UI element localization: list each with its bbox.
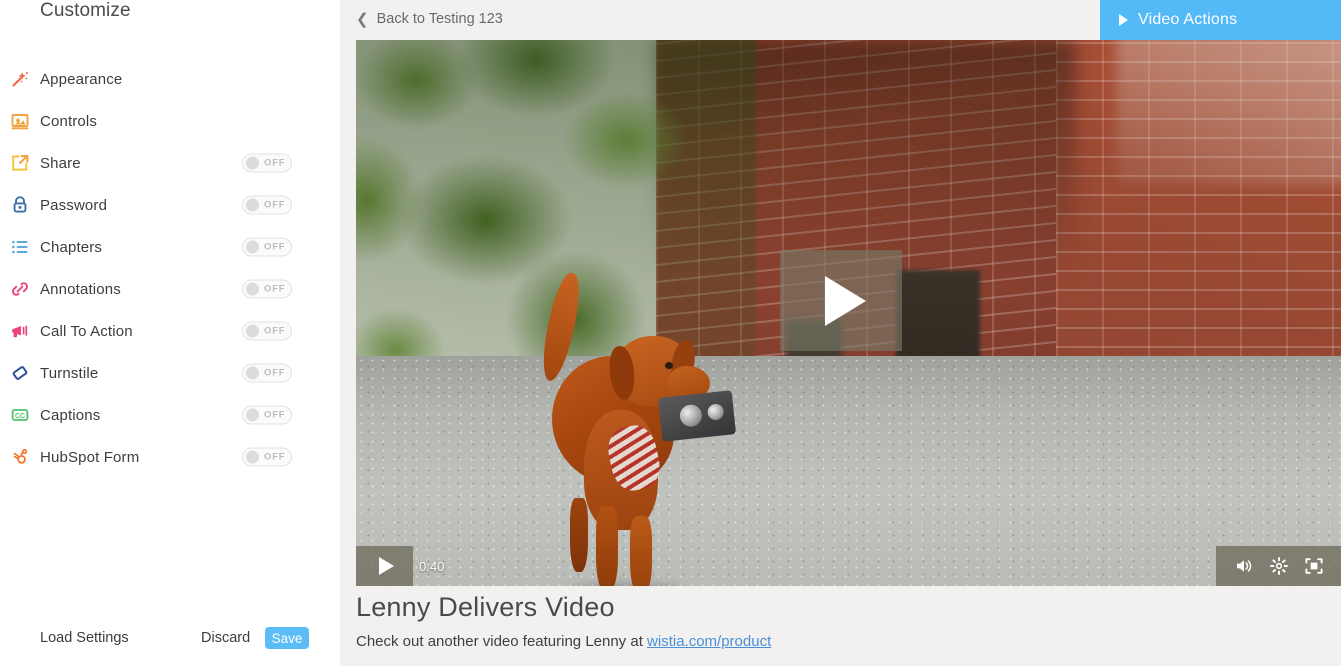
gear-icon[interactable] xyxy=(1269,556,1289,576)
sidebar-item-call-to-action[interactable]: Call To Action OFF xyxy=(0,310,340,352)
toggle-knob xyxy=(246,198,259,212)
app-root: Customize Appearance Controls Share OFF … xyxy=(0,0,1341,666)
sidebar-item-share[interactable]: Share OFF xyxy=(0,142,340,184)
video-meta: Lenny Delivers Video Check out another v… xyxy=(356,592,1316,650)
back-link-label: Back to Testing 123 xyxy=(376,11,503,27)
sidebar-item-label: Password xyxy=(40,196,108,214)
scene-dog xyxy=(526,270,756,586)
sidebar-item-controls[interactable]: Controls xyxy=(0,100,340,142)
call-to-action-toggle[interactable]: OFF xyxy=(242,321,292,341)
time-display: 0:40 xyxy=(419,559,445,574)
sidebar-item-label: Controls xyxy=(40,112,98,130)
sidebar-item-appearance[interactable]: Appearance xyxy=(0,58,340,100)
top-bar: ❮ Back to Testing 123 Video Actions xyxy=(340,0,1341,40)
player-controls-right xyxy=(1216,546,1341,586)
chapters-toggle[interactable]: OFF xyxy=(242,237,292,257)
volume-icon[interactable] xyxy=(1234,556,1254,576)
sidebar-item-hubspot-form[interactable]: HubSpot Form OFF xyxy=(0,436,340,478)
toggle-knob xyxy=(246,366,259,380)
sidebar-item-label: Share xyxy=(40,154,81,172)
sidebar-item-turnstile[interactable]: Turnstile OFF xyxy=(0,352,340,394)
sidebar-item-label: Annotations xyxy=(40,280,121,298)
caret-right-icon xyxy=(1119,14,1128,26)
player-controls-bar: 0:40 xyxy=(356,546,1341,586)
megaphone-icon xyxy=(8,319,32,343)
toggle-state-label: OFF xyxy=(264,283,286,295)
customize-sidebar: Customize Appearance Controls Share OFF … xyxy=(0,0,340,666)
back-link[interactable]: ❮ Back to Testing 123 xyxy=(356,11,503,27)
dog-eye xyxy=(665,362,673,369)
share-toggle[interactable]: OFF xyxy=(242,153,292,173)
share-icon xyxy=(8,151,32,175)
toggle-state-label: OFF xyxy=(264,325,286,337)
video-player[interactable]: 0:40 xyxy=(356,40,1341,586)
toggle-state-label: OFF xyxy=(264,241,286,253)
play-icon xyxy=(378,557,394,575)
sidebar-item-label: Appearance xyxy=(40,70,123,88)
toggle-knob xyxy=(246,282,259,296)
sidebar-item-label: Call To Action xyxy=(40,322,133,340)
sidebar-item-annotations[interactable]: Annotations OFF xyxy=(0,268,340,310)
ticket-icon xyxy=(8,361,32,385)
video-description: Check out another video featuring Lenny … xyxy=(356,633,1316,650)
closed-captions-icon: CC xyxy=(8,403,32,427)
page-title: Customize xyxy=(40,0,131,21)
video-actions-label: Video Actions xyxy=(1138,11,1238,28)
toggle-knob xyxy=(246,324,259,338)
chevron-left-icon: ❮ xyxy=(356,10,369,28)
sidebar-item-password[interactable]: Password OFF xyxy=(0,184,340,226)
play-icon xyxy=(824,275,866,326)
scene-wall-highlight xyxy=(1116,40,1341,185)
hubspot-icon xyxy=(8,445,32,469)
main-content: ❮ Back to Testing 123 Video Actions 0:40… xyxy=(340,0,1341,666)
camera-lens xyxy=(678,403,704,428)
camera-lens-secondary xyxy=(706,403,725,421)
lock-icon xyxy=(8,193,32,217)
hubspot-form-toggle[interactable]: OFF xyxy=(242,447,292,467)
captions-toggle[interactable]: OFF xyxy=(242,405,292,425)
sidebar-item-label: Turnstile xyxy=(40,364,99,382)
play-pause-button[interactable] xyxy=(356,546,413,586)
sidebar-item-label: Chapters xyxy=(40,238,103,256)
toggle-state-label: OFF xyxy=(264,199,286,211)
password-toggle[interactable]: OFF xyxy=(242,195,292,215)
sidebar-nav-list: Appearance Controls Share OFF Password O… xyxy=(0,58,340,478)
toggle-state-label: OFF xyxy=(264,367,286,379)
toggle-state-label: OFF xyxy=(264,409,286,421)
sidebar-item-label: HubSpot Form xyxy=(40,448,140,466)
magic-wand-icon xyxy=(8,67,32,91)
annotations-toggle[interactable]: OFF xyxy=(242,279,292,299)
turnstile-toggle[interactable]: OFF xyxy=(242,363,292,383)
sidebar-footer: Load Settings Discard Save xyxy=(0,610,340,666)
svg-text:CC: CC xyxy=(15,413,25,420)
sidebar-item-chapters[interactable]: Chapters OFF xyxy=(0,226,340,268)
toggle-knob xyxy=(246,240,259,254)
big-play-button[interactable] xyxy=(780,250,902,351)
sidebar-item-captions[interactable]: CC Captions OFF xyxy=(0,394,340,436)
toggle-state-label: OFF xyxy=(264,157,286,169)
save-button[interactable]: Save xyxy=(265,627,309,649)
list-icon xyxy=(8,235,32,259)
load-settings-button[interactable]: Load Settings xyxy=(40,630,129,646)
video-description-link[interactable]: wistia.com/product xyxy=(647,633,771,650)
discard-button[interactable]: Discard xyxy=(201,630,250,646)
link-icon xyxy=(8,277,32,301)
toggle-knob xyxy=(246,408,259,422)
camera-prop xyxy=(657,390,737,442)
toggle-knob xyxy=(246,450,259,464)
player-controls-icon xyxy=(8,109,32,133)
video-description-text: Check out another video featuring Lenny … xyxy=(356,633,648,650)
video-title: Lenny Delivers Video xyxy=(356,592,615,622)
video-actions-tab[interactable]: Video Actions xyxy=(1100,0,1341,40)
fullscreen-icon[interactable] xyxy=(1304,556,1324,576)
sidebar-item-label: Captions xyxy=(40,406,101,424)
toggle-knob xyxy=(246,156,259,170)
toggle-state-label: OFF xyxy=(264,451,286,463)
